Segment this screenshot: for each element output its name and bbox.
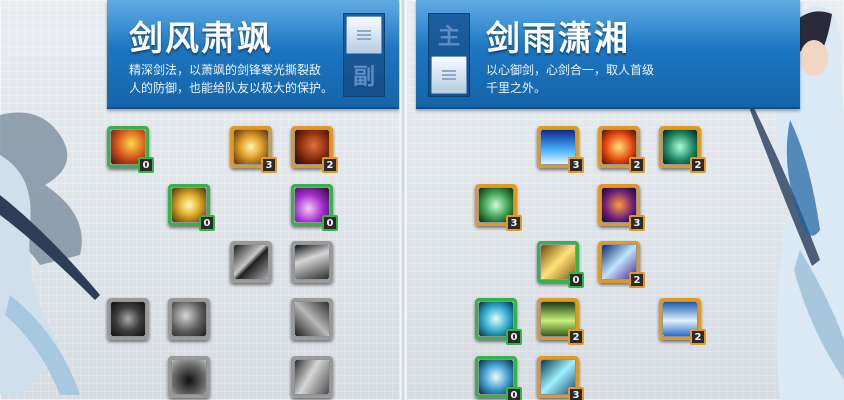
left-skill-slot-2[interactable]: 3 [230,126,277,173]
left-skill-slot-4[interactable]: 0 [168,184,215,231]
skill-level-badge: 3 [261,157,277,173]
list-icon [357,30,371,40]
right-skill-slot-6[interactable]: 0 [537,241,584,288]
cross-blade-icon [234,245,268,279]
left-skill-slot-5[interactable]: 0 [291,184,338,231]
left-skill-slot-1[interactable]: 0 [107,126,154,173]
skill-level-badge: 2 [629,157,645,173]
skill-level-badge: 3 [568,387,584,400]
rider-icon [172,360,206,394]
slash-icon [295,245,329,279]
left-role-toggle: 副 [343,13,385,97]
right-skill-slot-9[interactable]: 2 [537,298,584,345]
whirl-icon [172,302,206,336]
left-title: 剑风肃飒 [129,19,273,59]
left-character-art [0,112,100,395]
right-skill-slot-1[interactable]: 3 [537,126,584,173]
claw-icon [295,302,329,336]
left-description: 精深剑法，以萧飒的剑锋寒光撕裂敌 人的防御，也能给队友以极大的保护。 [129,63,334,95]
left-skill-slot-6[interactable] [230,241,272,283]
left-skill-slot-11[interactable] [168,356,210,398]
skill-level-badge: 0 [506,329,522,345]
right-banner: 主 剑雨潇湘 以心御剑，心剑合一，取人首级 千里之外。 [416,0,800,109]
skill-level-badge: 2 [629,272,645,288]
right-description: 以心御剑，心剑合一，取人首级 千里之外。 [486,63,655,95]
left-role-sub-button[interactable]: 副 [346,56,382,94]
right-role-toggle: 主 [428,13,470,97]
right-skill-slot-3[interactable]: 2 [659,126,706,173]
left-role-active-button[interactable] [346,16,382,54]
right-skill-slot-12[interactable]: 3 [537,356,584,400]
left-skill-slot-12[interactable] [291,356,333,398]
right-role-main-button[interactable]: 主 [431,16,467,54]
left-banner: 剑风肃飒 精深剑法，以萧飒的剑锋寒光撕裂敌 人的防御，也能给队友以极大的保护。 … [107,0,399,109]
skill-level-badge: 3 [506,215,522,231]
right-skill-slot-8[interactable]: 0 [475,298,522,345]
mask-icon [111,302,145,336]
skill-level-badge: 0 [568,272,584,288]
list-icon [442,70,456,80]
skill-level-badge: 0 [506,387,522,400]
skill-level-badge: 2 [690,329,706,345]
skill-level-badge: 2 [690,157,706,173]
right-skill-slot-5[interactable]: 3 [598,184,645,231]
skill-level-badge: 2 [322,157,338,173]
right-skill-slot-7[interactable]: 2 [598,241,645,288]
left-skill-slot-10[interactable] [291,298,333,340]
right-skill-slot-2[interactable]: 2 [598,126,645,173]
right-title: 剑雨潇湘 [486,19,630,59]
left-skill-slot-9[interactable] [168,298,210,340]
skill-level-badge: 0 [138,157,154,173]
right-skill-panel: 主 剑雨潇湘 以心御剑，心剑合一，取人首级 千里之外。 3 2 2 3 3 0 2 0 2 2 0 3 [406,0,844,400]
right-skill-slot-11[interactable]: 0 [475,356,522,400]
skill-level-badge: 0 [199,215,215,231]
right-skill-slot-10[interactable]: 2 [659,298,706,345]
skill-level-badge: 0 [322,215,338,231]
skill-level-badge: 3 [629,215,645,231]
left-skill-slot-8[interactable] [107,298,149,340]
skill-level-badge: 2 [568,329,584,345]
right-role-active-button[interactable] [431,56,467,94]
left-skill-slot-3[interactable]: 2 [291,126,338,173]
left-skill-slot-7[interactable] [291,241,333,283]
skill-level-badge: 3 [568,157,584,173]
left-skill-panel: 剑风肃飒 精深剑法，以萧飒的剑锋寒光撕裂敌 人的防御，也能给队友以极大的保护。 … [0,0,400,400]
storm-icon [295,360,329,394]
right-skill-slot-4[interactable]: 3 [475,184,522,231]
